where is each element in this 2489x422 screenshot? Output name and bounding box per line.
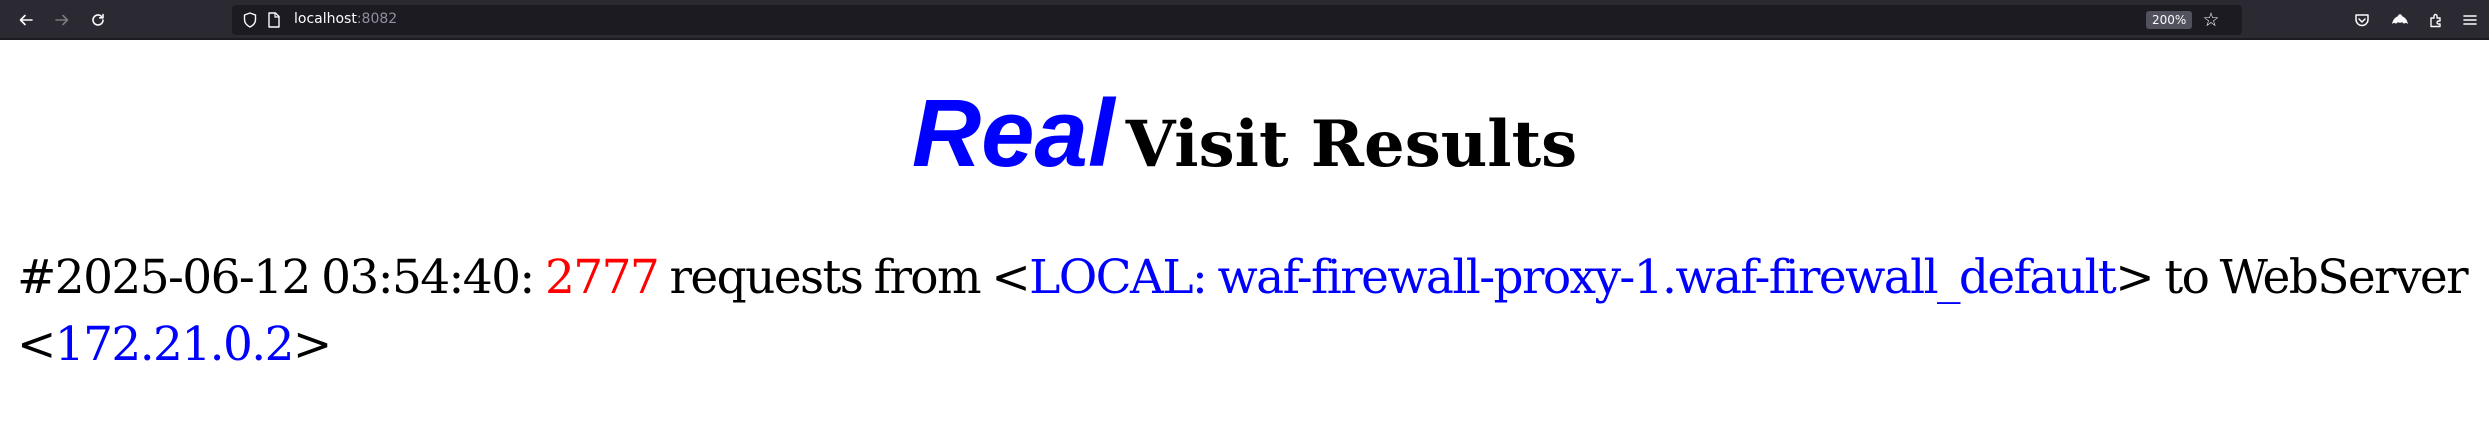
page-title: Real Visit Results [0,86,2489,182]
result-from-text: requests from < [658,250,1031,305]
visit-result-entry: #2025-06-12 03:54:40: 2777 requests from… [17,244,2487,378]
pocket-icon[interactable] [2348,6,2376,34]
page-title-rest: Visit Results [1125,107,1578,182]
forward-arrow-icon[interactable] [48,6,76,34]
extensions-icon[interactable] [2422,6,2450,34]
page-icon[interactable] [264,10,284,30]
star-icon[interactable]: ☆ [2198,7,2224,33]
result-suffix: > [292,317,332,372]
source-link[interactable]: LOCAL: waf-firewall-proxy-1.waf-firewall… [1029,250,2117,305]
page-title-emphasis: Real [911,80,1115,187]
url-port: :8082 [356,11,398,27]
account-icon[interactable] [2386,6,2414,34]
url-host: localhost [294,11,357,27]
url-text[interactable]: localhost:8082 [294,11,397,27]
zoom-level-badge[interactable]: 200% [2146,11,2193,29]
menu-icon[interactable] [2456,6,2484,34]
result-timestamp: #2025-06-12 03:54:40: [17,250,545,305]
browser-toolbar: localhost:8082 200% ☆ [0,0,2489,40]
request-count: 2777 [544,250,660,305]
address-bar[interactable]: localhost:8082 200% ☆ [232,5,2242,35]
back-arrow-icon[interactable] [12,6,40,34]
target-ip-link[interactable]: 172.21.0.2 [55,317,295,372]
shield-icon[interactable] [240,10,260,30]
reload-icon[interactable] [84,6,112,34]
